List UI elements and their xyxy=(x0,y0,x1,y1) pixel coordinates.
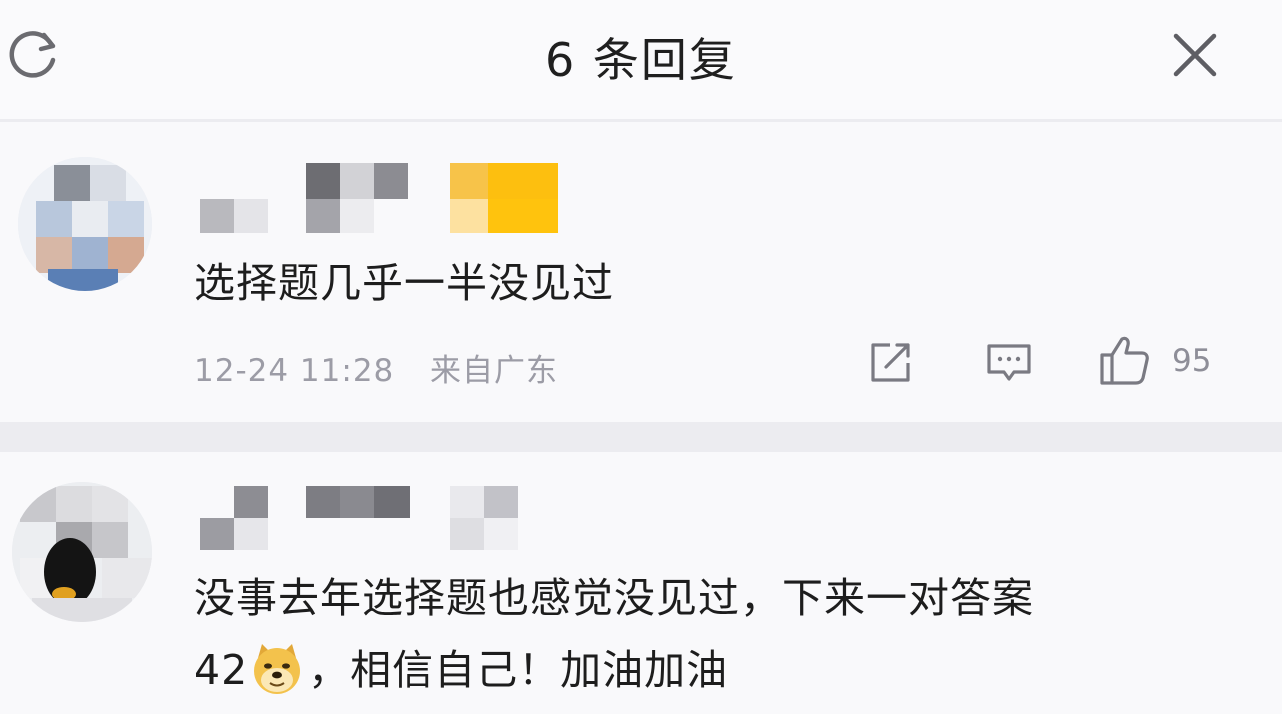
reply-panel: 6 条回复 选择题几乎一半没见过 12-24 11:28 来自广东 95 没事去… xyxy=(0,0,1282,714)
comment-text-line: 没事去年选择题也感觉没见过，下来一对答案 xyxy=(194,574,1034,622)
comment-text-line: 42 ，相信自己！加油加油 xyxy=(194,634,1254,706)
page-title: 6 条回复 xyxy=(545,33,737,87)
comment-text-fragment: ，相信自己！加油加油 xyxy=(308,646,729,694)
comment-item[interactable]: 选择题几乎一半没见过 12-24 11:28 来自广东 95 xyxy=(0,125,1282,422)
comment-meta: 12-24 11:28 来自广东 xyxy=(194,345,558,390)
avatar[interactable] xyxy=(12,482,152,622)
like-count: 95 xyxy=(1172,343,1212,379)
comment-text: 选择题几乎一半没见过 xyxy=(194,259,614,307)
thumbs-up-icon[interactable] xyxy=(1098,333,1152,387)
location: 来自广东 xyxy=(430,353,558,389)
comment-item[interactable]: 没事去年选择题也感觉没见过，下来一对答案 42 ，相信自己！加油加油 xyxy=(0,452,1282,714)
reply-header: 6 条回复 xyxy=(0,0,1282,122)
comment-text: 没事去年选择题也感觉没见过，下来一对答案 42 ，相信自己！加油加油 xyxy=(194,562,1254,706)
share-icon[interactable] xyxy=(866,339,914,387)
comment-text-fragment: 42 xyxy=(194,646,249,694)
avatar[interactable] xyxy=(18,157,152,291)
username[interactable] xyxy=(196,159,566,239)
timestamp: 12-24 11:28 xyxy=(194,353,395,389)
comment-divider xyxy=(0,422,1282,452)
close-icon[interactable] xyxy=(1168,28,1222,82)
doge-emoji-icon xyxy=(250,642,304,696)
username[interactable] xyxy=(196,482,526,554)
comment-icon[interactable] xyxy=(984,339,1034,387)
